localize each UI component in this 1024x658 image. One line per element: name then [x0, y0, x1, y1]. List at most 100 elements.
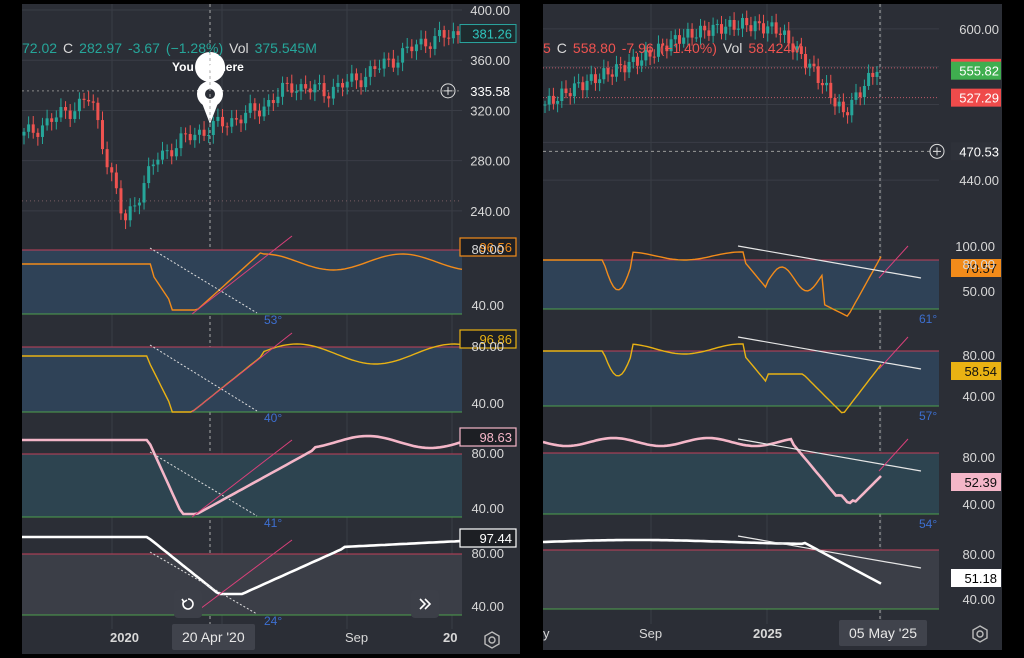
- candle-body: [239, 119, 243, 124]
- crosshair-price: 470.53: [959, 144, 999, 159]
- candle-body: [770, 22, 774, 27]
- x-tick-label: 2025: [753, 626, 782, 641]
- indicator-value: 97.44: [479, 531, 512, 546]
- double-chevron-right-icon: [419, 598, 432, 610]
- oscillator-band: [22, 250, 462, 314]
- candle-body: [560, 88, 564, 102]
- chart-canvas-left[interactable]: 400.00 360.00 320.00 280.00 240.00 381.26 335.…: [22, 4, 520, 654]
- candle-body: [720, 24, 724, 34]
- candle-body: [170, 150, 174, 157]
- candle-body: [631, 56, 635, 62]
- crosshair-price: 335.58: [470, 84, 510, 99]
- candle-body: [77, 98, 81, 112]
- chart-panel-right[interactable]: 600.00440.00558.80555.82527.29470.5370.5…: [543, 4, 1002, 650]
- candle-body: [327, 96, 331, 99]
- price-tick-label: 240.00: [470, 204, 510, 219]
- candle-body: [854, 92, 858, 100]
- candle-body: [308, 88, 312, 93]
- chart-panel-left[interactable]: 400.00 360.00 320.00 280.00 240.00 381.26 335.…: [22, 4, 520, 654]
- indicator-value: 51.18: [964, 571, 997, 586]
- oscillator-tick-label: 40.00: [471, 396, 504, 411]
- settings-gear-icon-right[interactable]: [971, 625, 989, 643]
- candle-body: [110, 167, 114, 173]
- candle-body: [623, 65, 627, 73]
- candle-body: [142, 183, 146, 203]
- candle-body: [373, 66, 377, 70]
- price-tick-label: 320.00: [470, 103, 510, 118]
- candle-body: [317, 83, 321, 85]
- candle-body: [294, 91, 298, 93]
- crosshair-date-left: 20 Apr '20: [172, 624, 255, 650]
- candle-body: [581, 82, 585, 91]
- candle-body: [105, 149, 109, 168]
- candle-body: [438, 30, 442, 37]
- candle-body: [378, 68, 382, 70]
- candle-body: [179, 133, 183, 149]
- candle-body: [225, 126, 229, 128]
- x-tick-label: Sep: [639, 626, 662, 641]
- candle-body: [447, 37, 451, 39]
- vol-label: Vol: [229, 40, 249, 56]
- candle-body: [22, 131, 26, 136]
- candle-body: [837, 101, 841, 107]
- price-tick-label: 400.00: [470, 4, 510, 18]
- candle-body: [276, 96, 280, 104]
- candle-body: [711, 24, 715, 36]
- change-value: -7.96: [621, 40, 654, 56]
- change-pct: (−1.40%): [659, 40, 717, 56]
- candle-body: [211, 121, 215, 135]
- candle-body: [598, 79, 602, 84]
- oscillator-band: [543, 550, 939, 609]
- candle-body: [304, 84, 308, 89]
- reset-button[interactable]: [174, 590, 202, 618]
- candle-body: [59, 107, 63, 118]
- chart-canvas-right[interactable]: 600.00440.00558.80555.82527.29470.5370.5…: [543, 4, 1002, 650]
- candle-body: [299, 84, 303, 92]
- candle-body: [875, 71, 879, 77]
- candle-body: [766, 26, 770, 34]
- candle-body: [336, 83, 340, 87]
- vol-value: 58.424M: [748, 40, 803, 56]
- candle-body: [221, 116, 225, 127]
- candle-body: [808, 63, 812, 68]
- settings-gear-icon[interactable]: [483, 631, 501, 649]
- x-tick-label: 20: [443, 630, 457, 645]
- candle-body: [871, 72, 875, 77]
- candle-body: [556, 101, 560, 104]
- price-tag-value: 527.29: [959, 91, 999, 106]
- candle-body: [151, 164, 155, 167]
- candle-body: [414, 44, 418, 52]
- angle-label: 57°: [919, 409, 937, 423]
- indicator-value: 98.63: [479, 430, 512, 445]
- candle-body: [345, 81, 349, 88]
- scroll-to-realtime-button[interactable]: [411, 590, 439, 618]
- candle-body: [783, 30, 787, 35]
- candle-body: [825, 82, 829, 86]
- candle-body: [40, 125, 44, 137]
- candle-body: [753, 21, 757, 32]
- candle-body: [45, 118, 49, 126]
- candle-body: [572, 83, 576, 97]
- candle-body: [424, 38, 428, 47]
- candle-body: [602, 68, 606, 80]
- candle-body: [73, 111, 77, 119]
- oscillator-band: [543, 351, 939, 406]
- oscillator-tick-label: 80.00: [471, 339, 504, 354]
- candle-body: [137, 202, 141, 206]
- candle-body: [410, 46, 414, 52]
- candle-body: [564, 88, 568, 94]
- x-tick-label: Sep: [345, 630, 368, 645]
- candle-body: [749, 25, 753, 32]
- candle-body: [262, 106, 266, 117]
- candle-body: [635, 56, 639, 66]
- candle-body: [703, 25, 707, 31]
- candle-body: [271, 100, 275, 104]
- candle-body: [401, 48, 405, 63]
- open-value: 72.02: [22, 40, 58, 56]
- candle-body: [778, 33, 782, 35]
- candle-body: [216, 116, 220, 122]
- candle-body: [244, 112, 248, 124]
- close-value: 558.80: [572, 40, 616, 56]
- last-price-value: 381.26: [472, 27, 512, 42]
- candle-body: [568, 93, 572, 97]
